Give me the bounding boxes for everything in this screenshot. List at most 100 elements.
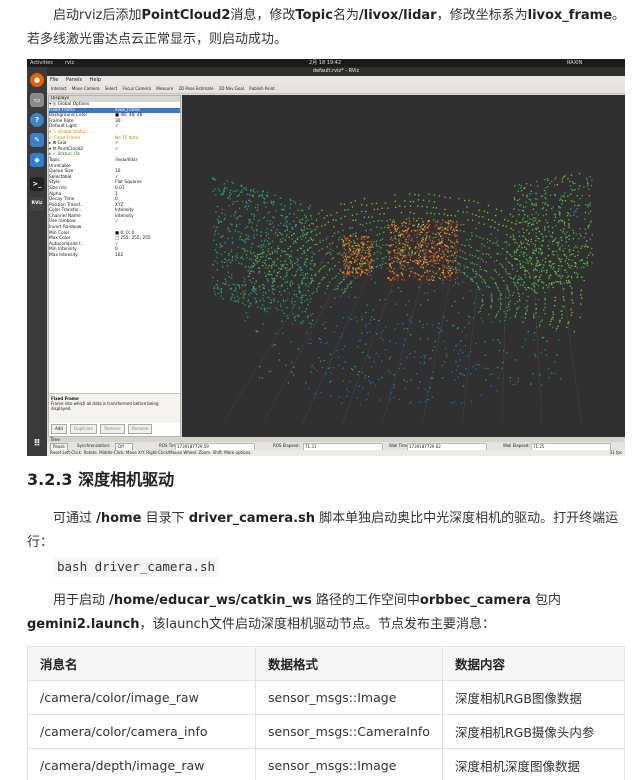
cloud-point [284,205,286,207]
cloud-point [247,300,249,303]
tool-focus-camera[interactable]: Focus Camera [123,84,151,94]
cloud-point [411,267,414,269]
cloud-point [221,208,223,211]
cloud-point [555,273,558,275]
menu-help[interactable]: Help [90,77,101,83]
cloud-point [528,256,531,258]
cloud-point [514,275,517,277]
cloud-point [417,205,419,207]
cloud-point [548,248,550,250]
cloud-point [462,297,464,299]
cloud-point [544,306,546,309]
cloud-point [295,271,298,273]
cloud-point [244,278,246,281]
cloud-point [423,292,426,294]
firefox-icon[interactable]: ● [30,73,44,87]
remove-button[interactable]: Remove [100,424,125,434]
cloud-point [452,255,455,257]
tool-interact[interactable]: Interact [51,84,67,94]
cloud-point [577,251,579,253]
cloud-point [505,225,507,227]
cloud-point [266,240,269,242]
cloud-point [481,305,483,307]
cloud-point [482,304,484,306]
clock[interactable]: 2月 18 19:42 [309,59,341,67]
cloud-point [474,255,476,257]
cloud-point [446,248,448,251]
app-grid-icon[interactable]: ⠿ [30,437,44,451]
cloud-point [387,267,389,270]
cloud-point [310,326,312,328]
point-cloud-render[interactable] [182,95,625,437]
cloud-point [270,223,272,225]
cloud-point [236,255,238,257]
cloud-point [408,261,410,264]
cloud-point [583,186,585,188]
cloud-point [336,349,339,351]
vscode-icon[interactable]: ◆ [30,153,44,167]
menu-panels[interactable]: Panels [66,77,82,83]
cloud-point [359,262,361,265]
cloud-point [565,280,568,282]
cloud-point [565,236,567,238]
tool-2d-nav-goal[interactable]: 2D Nav Goal [219,84,244,94]
app-menu[interactable]: rviz [65,59,74,67]
help-icon[interactable]: ? [30,113,44,127]
cloud-point [313,280,315,282]
rviz-icon[interactable]: RViz [30,197,44,211]
cloud-point [395,206,397,209]
cloud-point [554,296,556,298]
cloud-point [512,294,514,296]
cloud-point [544,349,546,351]
tool-publish-point[interactable]: Publish Point [249,84,274,94]
activities-button[interactable]: Activities [30,59,53,67]
cloud-point [265,235,268,237]
cloud-point [483,280,486,282]
cloud-point [564,200,567,202]
cloud-point [272,263,274,266]
property-value[interactable]: 162 [115,253,123,259]
property-row[interactable]: Max Intensity 162 [49,253,180,259]
cloud-point [427,236,429,238]
duplicate-button[interactable]: Duplicate [70,424,98,434]
cloud-point [376,258,379,260]
cloud-point [291,238,293,240]
cloud-point [469,238,471,240]
rviz-window: default.rviz* - RViz File Panels Help In… [47,67,625,456]
add-button[interactable]: Add [51,424,67,434]
user-indicator[interactable]: RAXIN [567,59,582,67]
tool-move-camera[interactable]: Move Camera [72,84,100,94]
cloud-point [233,201,235,203]
editor-icon[interactable]: ✎ [30,133,44,147]
cloud-point [398,398,401,401]
cloud-point [400,363,402,365]
menu-file[interactable]: File [50,77,58,83]
terminal-icon[interactable]: >_ [30,177,44,191]
cloud-point [304,214,306,216]
cloud-point [521,278,523,280]
files-icon[interactable]: ▭ [30,93,44,107]
3d-view[interactable] [182,95,625,437]
cloud-point [512,239,514,241]
cloud-point [475,275,477,278]
tool-2d-pose-estimate[interactable]: 2D Pose Estimate [178,84,213,94]
cloud-point [268,297,271,299]
cloud-point [581,259,583,261]
cloud-point [262,323,264,325]
cloud-point [509,254,511,256]
cloud-point [265,259,267,261]
cloud-point [317,286,320,288]
cloud-point [514,359,517,361]
cloud-point [378,378,380,380]
tool-select[interactable]: Select [105,84,117,94]
cloud-point [292,242,294,244]
cloud-point [217,233,220,235]
cloud-point [454,228,456,230]
cloud-point [250,246,252,249]
cloud-point [418,257,420,259]
cloud-point [498,290,500,292]
cloud-point [228,259,230,261]
tool-measure[interactable]: Measure [156,84,173,94]
rename-button[interactable]: Rename [127,424,153,434]
cloud-point [273,344,275,346]
